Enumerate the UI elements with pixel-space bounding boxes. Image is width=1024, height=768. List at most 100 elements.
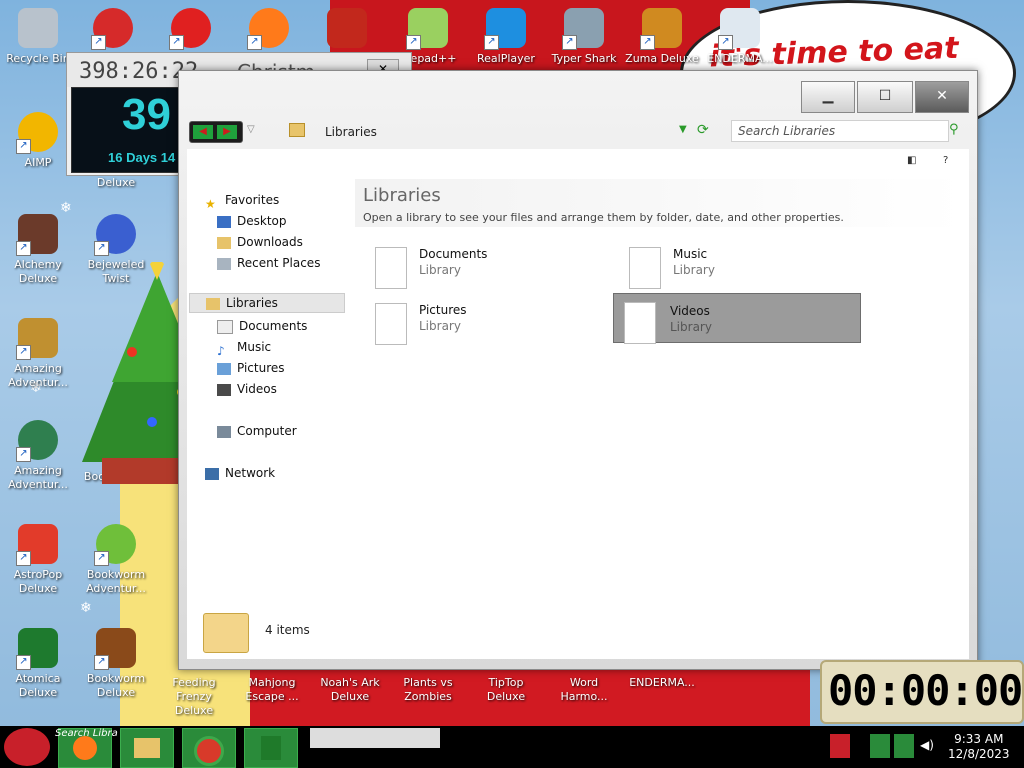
breadcrumb[interactable]: Libraries — [325, 125, 377, 139]
enderman-icon: ↗ — [718, 8, 760, 50]
minimize-button[interactable]: ▁ — [801, 81, 855, 113]
desktop-icon-tiptop[interactable]: TipTop Deluxe — [468, 676, 544, 704]
preview-pane-icon[interactable]: ◧ — [907, 155, 916, 166]
taskbar-chrome[interactable] — [182, 728, 236, 768]
bookworm-deluxe-icon: ↗ — [94, 628, 136, 670]
recycle-bin-icon — [18, 8, 58, 48]
recent-places-icon — [217, 257, 231, 270]
desktop-icon — [217, 215, 231, 228]
desktop-icon-top-2[interactable]: ↗ — [78, 8, 148, 52]
desktop-icon-enderman-1[interactable]: ENDERMA... — [624, 676, 700, 690]
desktop-icon-firefox[interactable]: ↗ — [234, 8, 304, 52]
zuma-icon: ↗ — [640, 8, 682, 50]
libraries-large-icon — [203, 613, 249, 653]
shark-icon: ↗ — [562, 8, 604, 50]
search-input[interactable]: Search Libraries — [731, 120, 949, 142]
astropop-icon: ↗ — [16, 524, 58, 566]
nav-libraries[interactable]: Libraries — [189, 293, 345, 313]
desktop-icon-bookworm-deluxe[interactable]: ↗ Bookworm Deluxe — [78, 628, 154, 700]
countdown-big-number: 39 — [122, 90, 171, 139]
timer-display: 00:00:00 — [828, 666, 1023, 715]
firefox-icon: ↗ — [247, 8, 289, 50]
desktop-icon-enderman-2[interactable]: ↗ ENDERMA... — [702, 8, 778, 66]
address-dropdown-icon[interactable]: ▼ — [679, 124, 687, 135]
videos-library-icon — [624, 302, 656, 344]
nav-music[interactable]: ♪ Music — [217, 338, 271, 358]
libraries-folder-icon — [289, 123, 305, 137]
desktop-icon-mahjong-escape[interactable]: Mahjong Escape ... — [234, 676, 310, 704]
volume-icon[interactable]: ◀) — [920, 738, 934, 752]
nav-pictures[interactable]: Pictures — [217, 359, 285, 377]
taskbar: ◀) 9:33 AM 12/8/2023 — [0, 726, 1024, 768]
desktop-icon-word-harmony[interactable]: Word Harmo... — [546, 676, 622, 704]
aimp-icon: ↗ — [16, 112, 58, 154]
desktop-icon-deluxe[interactable]: Deluxe — [78, 176, 154, 190]
videos-icon — [217, 383, 231, 396]
snowflake: ❄ — [80, 600, 92, 616]
pictures-library-icon — [375, 303, 407, 345]
desktop-icon-feeding-frenzy[interactable]: Feeding Frenzy Deluxe — [156, 676, 232, 718]
page-title: Libraries — [363, 185, 441, 206]
documents-icon — [217, 319, 233, 334]
library-music[interactable]: Music Library — [623, 243, 869, 291]
taskbar-blank-button[interactable] — [310, 728, 440, 748]
bookworm-icon: ↗ — [94, 524, 136, 566]
desktop-icon-zuma[interactable]: ↗ Zuma Deluxe — [624, 8, 700, 66]
desktop-icon-typer-shark[interactable]: ↗ Typer Shark — [546, 8, 622, 66]
amazing-adventures-icon: ↗ — [16, 318, 58, 360]
close-button[interactable]: ✕ — [915, 81, 969, 113]
desktop-icon-aimp[interactable]: ↗ AIMP — [0, 112, 76, 170]
system-tray: ◀) — [830, 730, 934, 762]
item-count: 4 items — [265, 623, 310, 637]
desktop-icon-noahs-ark[interactable]: Noah's Ark Deluxe — [312, 676, 388, 704]
taskbar-clock[interactable]: 9:33 AM 12/8/2023 — [948, 732, 1010, 762]
pictures-icon — [217, 362, 231, 375]
tray-network-icon[interactable] — [894, 734, 914, 758]
desktop-icon-recycle-bin[interactable]: Recycle Bin — [0, 8, 76, 66]
nav-desktop[interactable]: Desktop — [217, 212, 287, 230]
nav-documents[interactable]: Documents — [217, 317, 307, 335]
nav-recent-places[interactable]: Recent Places — [217, 254, 320, 272]
nav-network[interactable]: Network — [205, 464, 275, 482]
desktop-icon-astropop[interactable]: ↗ AstroPop Deluxe — [0, 524, 76, 596]
command-bar: ◧ ? — [187, 149, 969, 177]
notepadpp-icon: ↗ — [406, 8, 448, 50]
folder-icon — [134, 738, 160, 758]
music-icon: ♪ — [217, 343, 225, 358]
desktop-icon-atomica[interactable]: ↗ Atomica Deluxe — [0, 628, 76, 700]
countdown-days: 16 Days 14 — [108, 150, 176, 165]
nav-computer[interactable]: Computer — [217, 422, 297, 440]
nav-videos[interactable]: Videos — [217, 380, 277, 398]
library-documents[interactable]: Documents Library — [369, 243, 615, 291]
alchemy-icon: ↗ — [16, 214, 58, 256]
search-icon[interactable]: ⚲ — [949, 122, 959, 137]
star-icon: ★ — [205, 196, 216, 211]
library-pictures[interactable]: Pictures Library — [369, 299, 615, 347]
game-icon: ↗ — [91, 8, 133, 50]
navigation-pane: ★ Favorites Desktop Downloads Recent Plac… — [187, 177, 347, 597]
computer-icon — [217, 425, 231, 438]
tray-app-icon[interactable] — [830, 734, 850, 758]
maximize-button[interactable]: ☐ — [857, 81, 913, 113]
taskbar-explorer[interactable] — [120, 728, 174, 768]
help-icon[interactable]: ? — [943, 155, 948, 166]
forward-button[interactable]: ▶ — [217, 125, 237, 139]
nav-favorites[interactable]: ★ Favorites — [205, 191, 279, 211]
history-dropdown-icon[interactable]: ▽ — [247, 124, 255, 135]
desktop-icon-bookworm-adventures[interactable]: ↗ Bookworm Adventur... — [78, 524, 154, 596]
library-videos[interactable]: Videos Library — [613, 293, 861, 344]
desktop-icon-gate[interactable] — [312, 8, 382, 52]
back-button[interactable]: ◀ — [193, 125, 213, 139]
taskbar-tree[interactable] — [244, 728, 298, 768]
nav-downloads[interactable]: Downloads — [217, 233, 303, 251]
start-button[interactable] — [4, 728, 50, 766]
downloads-icon — [217, 236, 231, 249]
desktop-icon-realplayer[interactable]: ↗ RealPlayer — [468, 8, 544, 66]
desktop-icon-plants-vs-zombies[interactable]: Plants vs Zombies — [390, 676, 466, 704]
desktop-icon-top-3[interactable]: ↗ — [156, 8, 226, 52]
tray-action-center-icon[interactable] — [870, 734, 890, 758]
refresh-icon[interactable]: ⟳ — [697, 122, 709, 138]
libraries-icon — [206, 297, 220, 310]
network-icon — [205, 467, 219, 480]
address-toolbar: ◀ ▶ ▽ Libraries ▼ ⟳ Search Libraries ⚲ — [179, 115, 977, 149]
